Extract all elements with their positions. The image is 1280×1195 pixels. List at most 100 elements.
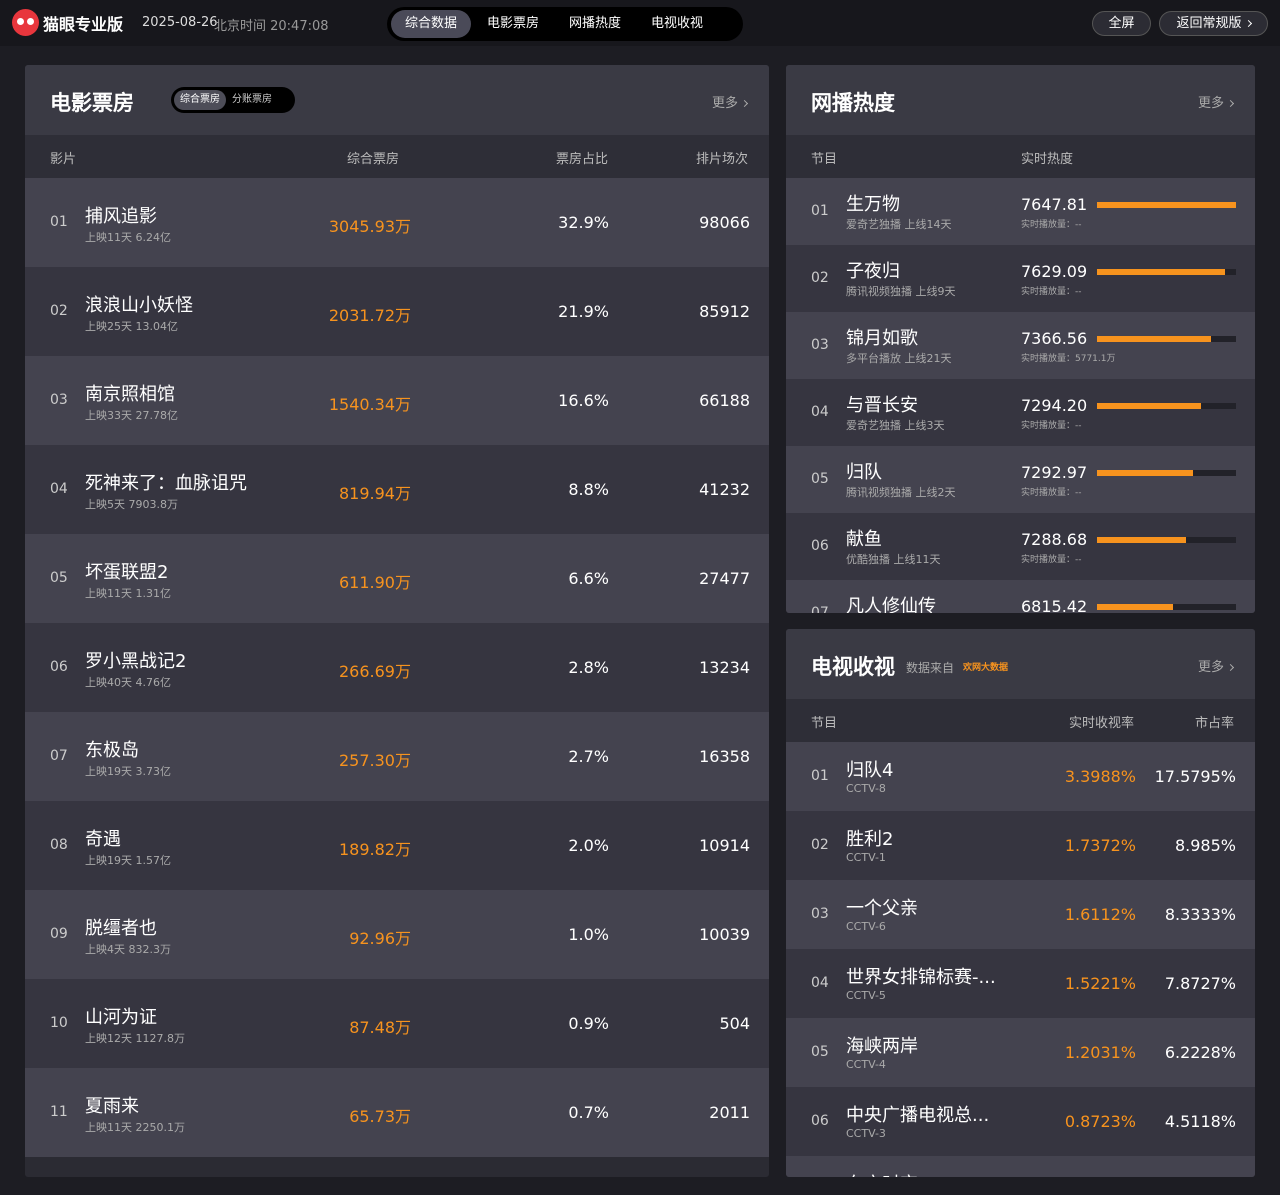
movie-meta: 上映40天 4.76亿	[85, 676, 171, 689]
tv-rank: 01	[811, 768, 829, 784]
web-more-link[interactable]: 更多	[1198, 92, 1235, 111]
tv-row[interactable]: 01 归队4 CCTV-8 3.3988% 17.5795%	[786, 742, 1255, 811]
fullscreen-button[interactable]: 全屏	[1092, 11, 1151, 36]
tab-movie-box-office[interactable]: 电影票房	[473, 10, 553, 38]
tv-row[interactable]: 07东方时空	[786, 1156, 1255, 1177]
movie-row[interactable]: 09 脱缰者也 上映4天 832.3万 92.96万 1.0% 10039	[25, 890, 769, 979]
tv-more-link[interactable]: 更多	[1198, 656, 1235, 675]
tv-rating: 1.6112%	[1064, 905, 1136, 924]
tv-rating: 3.3988%	[1064, 767, 1136, 786]
movie-row[interactable]: 03 南京照相馆 上映33天 27.78亿 1540.34万 16.6% 66188	[25, 356, 769, 445]
col-realtime-rating: 实时收视率	[1069, 716, 1135, 731]
tab-web-heat[interactable]: 网播热度	[555, 10, 635, 38]
web-heat-value: 7288.68	[1021, 530, 1088, 549]
movie-row[interactable]: 10 山河为证 上映12天 1127.8万 87.48万 0.9% 504	[25, 979, 769, 1068]
fullscreen-label: 全屏	[1108, 16, 1135, 31]
col-program: 节目	[811, 152, 838, 167]
main-tabs: 综合数据 电影票房 网播热度 电视收视	[387, 7, 743, 41]
web-play-count: 实时播放量：--	[1021, 287, 1082, 297]
back-to-normal-button[interactable]: 返回常规版	[1159, 11, 1268, 36]
cat-eye-logo-icon	[12, 9, 39, 36]
movie-name: 夏雨来	[85, 1096, 139, 1117]
brand-logo[interactable]: 猫眼专业版	[12, 9, 123, 36]
movie-meta: 上映11天 6.24亿	[85, 231, 171, 244]
web-rank: 03	[811, 337, 829, 353]
movie-share: 2.0%	[568, 836, 609, 855]
tab-overview[interactable]: 综合数据	[391, 10, 472, 38]
web-row[interactable]: 03 锦月如歌 多平台播放 上线21天 7366.56 实时播放量：5771.1万	[786, 312, 1255, 379]
web-program-meta: 腾讯视频独播 上线9天	[846, 285, 956, 298]
movie-row[interactable]: 01 捕风追影 上映11天 6.24亿 3045.93万 32.9% 98066	[25, 178, 769, 267]
tv-row[interactable]: 05 海峡两岸 CCTV-4 1.2031% 6.2228%	[786, 1018, 1255, 1087]
tv-market-share: 17.5795%	[1154, 767, 1236, 786]
web-table-header: 节目 实时热度	[786, 135, 1255, 178]
web-row[interactable]: 07 凡人修仙传 6815.42	[786, 580, 1255, 613]
movie-shows: 66188	[699, 391, 750, 410]
subtab-total-box-office[interactable]: 综合票房	[174, 90, 226, 110]
brand-name: 猫眼专业版	[43, 14, 124, 34]
movie-more-link[interactable]: 更多	[712, 92, 749, 111]
tv-row[interactable]: 03 一个父亲 CCTV-6 1.6112% 8.3333%	[786, 880, 1255, 949]
tv-channel: CCTV-8	[846, 782, 886, 795]
tv-ratings-panel: 电视收视 数据来自 欢网大数据 更多 节目 实时收视率 市占率 01 归队4 CCT…	[786, 629, 1255, 1177]
web-row[interactable]: 02 子夜归 腾讯视频独播 上线9天 7629.09 实时播放量：--	[786, 245, 1255, 312]
heat-bar	[1097, 202, 1236, 208]
web-row[interactable]: 06 献鱼 优酷独播 上线11天 7288.68 实时播放量：--	[786, 513, 1255, 580]
movie-name: 东极岛	[85, 740, 139, 761]
movie-row[interactable]: 04 死神来了：血脉诅咒 上映5天 7903.8万 819.94万 8.8% 41232	[25, 445, 769, 534]
heat-bar	[1097, 470, 1236, 476]
movie-rank: 10	[50, 1015, 68, 1031]
top-bar: 猫眼专业版 2025-08-26 北京时间 20:47:08 综合数据 电影票房…	[0, 0, 1280, 46]
movie-row[interactable]: 07 东极岛 上映19天 3.73亿 257.30万 2.7% 16358	[25, 712, 769, 801]
col-market-share: 市占率	[1195, 716, 1235, 731]
movie-box-office: 611.90万	[339, 573, 411, 592]
chevron-right-icon	[1244, 19, 1252, 28]
web-heat-value: 6815.42	[1021, 597, 1088, 613]
movie-row[interactable]: 06 罗小黑战记2 上映40天 4.76亿 266.69万 2.8% 13234	[25, 623, 769, 712]
movie-row[interactable]: 02 浪浪山小妖怪 上映25天 13.04亿 2031.72万 21.9% 85912	[25, 267, 769, 356]
tv-program-name: 中央广播电视总...	[846, 1105, 990, 1126]
movie-share: 0.9%	[568, 1014, 609, 1033]
tv-row[interactable]: 06 中央广播电视总... CCTV-3 0.8723% 4.5118%	[786, 1087, 1255, 1156]
movie-meta: 上映11天 2250.1万	[85, 1121, 185, 1134]
movie-shows: 10039	[699, 925, 750, 944]
web-row[interactable]: 01 生万物 爱奇艺独播 上线14天 7647.81 实时播放量：--	[786, 178, 1255, 245]
tv-table-body: 01 归队4 CCTV-8 3.3988% 17.5795% 02 胜利2 CCTV-1 1.7…	[786, 742, 1255, 1177]
movie-box-office-panel: 电影票房 综合票房 分账票房 更多 影片 综合票房 票房占比 排片场次 01 捕风…	[25, 65, 769, 1177]
web-heat-value: 7629.09	[1021, 262, 1088, 281]
movie-meta: 上映19天 1.57亿	[85, 854, 171, 867]
col-film: 影片	[50, 152, 77, 167]
tv-market-share: 6.2228%	[1164, 1043, 1236, 1062]
web-play-count: 实时播放量：--	[1021, 488, 1082, 498]
subtab-split-box-office[interactable]: 分账票房	[226, 90, 278, 110]
movie-share: 2.7%	[568, 747, 609, 766]
web-row[interactable]: 04 与晋长安 爱奇艺独播 上线3天 7294.20 实时播放量：--	[786, 379, 1255, 446]
tv-program-name: 世界女排锦标赛-...	[846, 967, 996, 988]
chevron-right-icon	[740, 99, 749, 108]
web-program-name: 凡人修仙传	[846, 596, 936, 613]
web-rank: 01	[811, 203, 829, 219]
movie-shows: 41232	[699, 480, 750, 499]
heat-bar-fill	[1097, 470, 1193, 476]
movie-row[interactable]: 08 奇遇 上映19天 1.57亿 189.82万 2.0% 10914	[25, 801, 769, 890]
movie-box-office: 819.94万	[339, 484, 411, 503]
movie-share: 16.6%	[558, 391, 609, 410]
tv-row[interactable]: 02 胜利2 CCTV-1 1.7372% 8.985%	[786, 811, 1255, 880]
movie-box-office: 257.30万	[339, 751, 411, 770]
web-program-name: 归队	[846, 462, 882, 483]
tv-rating: 1.2031%	[1064, 1043, 1136, 1062]
col-realtime-heat: 实时热度	[1021, 152, 1074, 167]
movie-row[interactable]: 11 夏雨来 上映11天 2250.1万 65.73万 0.7% 2011	[25, 1068, 769, 1157]
tv-channel: CCTV-3	[846, 1127, 886, 1140]
movie-share: 32.9%	[558, 213, 609, 232]
movie-row[interactable]: 05 坏蛋联盟2 上映11天 1.31亿 611.90万 6.6% 27477	[25, 534, 769, 623]
tv-row[interactable]: 04 世界女排锦标赛-... CCTV-5 1.5221% 7.8727%	[786, 949, 1255, 1018]
movie-rank: 01	[50, 214, 68, 230]
col-program: 节目	[811, 716, 838, 731]
tab-tv-ratings[interactable]: 电视收视	[637, 10, 717, 38]
web-rank: 02	[811, 270, 829, 286]
web-row[interactable]: 05 归队 腾讯视频独播 上线2天 7292.97 实时播放量：--	[786, 446, 1255, 513]
movie-shows: 2011	[709, 1103, 750, 1122]
web-play-count: 实时播放量：--	[1021, 555, 1082, 565]
movie-share: 8.8%	[568, 480, 609, 499]
